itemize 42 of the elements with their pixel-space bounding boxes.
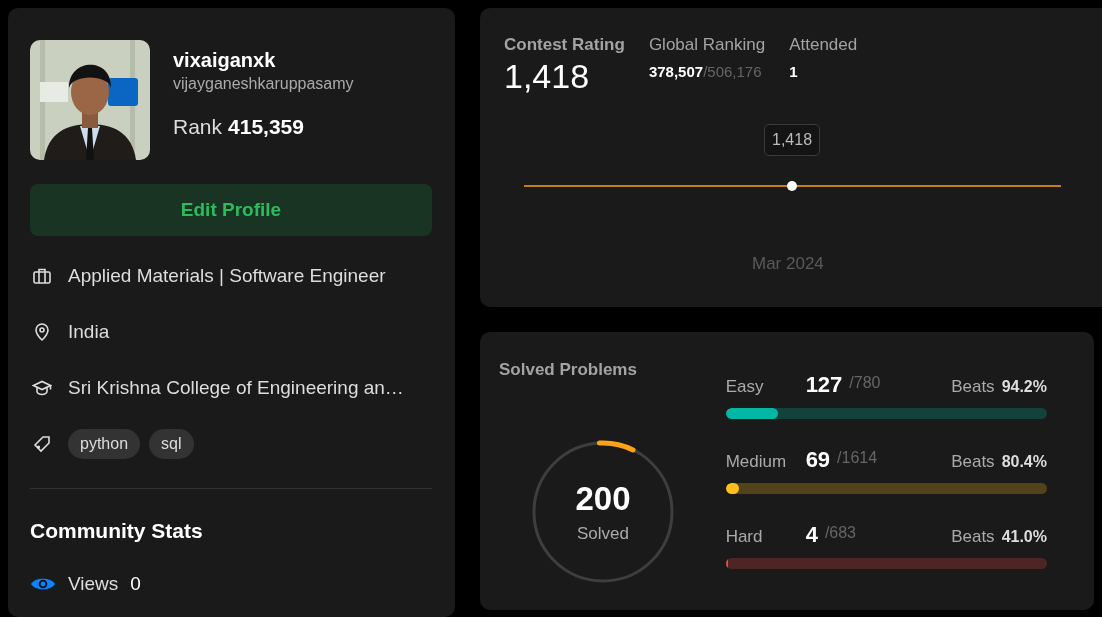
skill-tag[interactable]: python [68,429,141,459]
section-title: Community Stats [30,519,204,543]
section-title: Solved Problems [499,360,638,380]
difficulty-label: Medium [725,452,788,472]
solved-count: 69 $^{/1614}$ [805,447,879,473]
stat-label: Attended [789,35,858,55]
data-point[interactable] [787,181,797,191]
stat-label: Views [68,573,119,595]
user-handle: vijayganeshkaruppasamy [173,74,354,94]
beats-label: Beats [951,377,995,397]
difficulty-label: Easy [725,377,765,397]
beats-label: Beats [951,452,995,472]
stat-label: Global Ranking [648,35,766,55]
ring-arc [596,440,636,453]
skill-tag[interactable]: sql [149,429,194,459]
rank-label: Rank [173,115,223,139]
contest-rating-value: 1,418 [504,57,591,96]
beats-value: 94.2% [1001,378,1047,396]
briefcase-icon [32,266,52,286]
rank-value: 415,359 [228,115,304,139]
solved-total: 200 [575,480,631,518]
chart-tooltip: 1,418 [764,124,821,156]
location-text: India [68,321,110,343]
beats-value: 80.4% [1001,453,1047,471]
tag-icon [32,434,52,454]
edit-profile-button[interactable]: Edit Profile [30,184,432,236]
beats-value: 41.0% [1001,528,1047,546]
solved-count: 127 $^{/780}$ [805,372,882,398]
company-text: Applied Materials | Software Engineer [68,265,386,287]
stat-value: 1 [789,63,799,80]
username: vixaiganxk [173,48,277,73]
contest-rating-label: Contest Rating [504,35,625,55]
difficulty-label: Hard [725,527,764,547]
stat-value: 0 [130,573,141,595]
location-pin-icon [32,322,52,342]
stat-value: 378,507/506,176 [648,63,763,80]
school-text: Sri Krishna College of Engineering an… [68,377,404,399]
solved-label: Solved [577,524,629,544]
graduation-cap-icon [32,378,52,398]
axis-label: Mar 2024 [752,254,824,274]
solved-count: 4 $^{/683}$ [805,522,857,548]
beats-label: Beats [951,527,995,547]
